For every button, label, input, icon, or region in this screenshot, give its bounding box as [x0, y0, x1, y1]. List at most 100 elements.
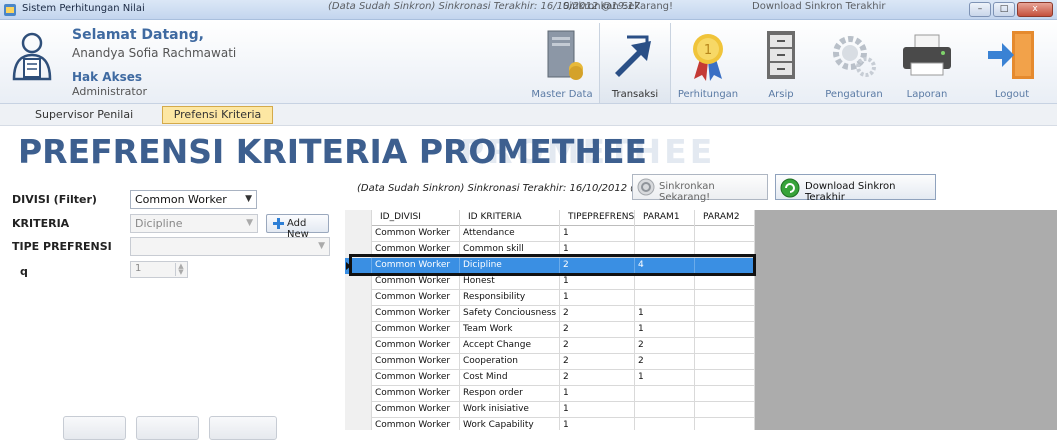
bottom-button-2[interactable]: [136, 416, 199, 440]
table-cell[interactable]: 1: [560, 402, 635, 418]
table-cell[interactable]: Common Worker: [372, 338, 460, 354]
add-new-button[interactable]: Add New: [266, 214, 329, 240]
nav-logout[interactable]: Logout: [972, 23, 1052, 103]
table-cell[interactable]: [695, 354, 755, 370]
nav-master-data[interactable]: Master Data: [526, 23, 598, 103]
table-cell[interactable]: [635, 386, 695, 402]
table-cell[interactable]: 2: [560, 354, 635, 370]
table-cell[interactable]: Attendance: [460, 226, 560, 242]
table-cell[interactable]: [695, 402, 755, 418]
table-cell[interactable]: 2: [560, 306, 635, 322]
spinner-arrows-icon[interactable]: ▲ ▼: [175, 263, 186, 276]
maximize-button[interactable]: □: [993, 2, 1015, 17]
table-cell[interactable]: [695, 226, 755, 242]
table-row[interactable]: Common Worker Respon order 1: [345, 386, 755, 402]
table-cell[interactable]: 2: [635, 338, 695, 354]
table-row[interactable]: Common Worker Attendance 1: [345, 226, 755, 242]
table-cell[interactable]: [635, 274, 695, 290]
nav-transaksi[interactable]: Transaksi: [599, 23, 671, 103]
table-cell[interactable]: [695, 386, 755, 402]
table-cell[interactable]: [695, 338, 755, 354]
row-header[interactable]: [345, 354, 372, 370]
table-row[interactable]: Common Worker Cooperation 2 2: [345, 354, 755, 370]
table-cell[interactable]: 1: [635, 322, 695, 338]
table-cell[interactable]: Common Worker: [372, 226, 460, 242]
table-cell[interactable]: 1: [560, 274, 635, 290]
row-header[interactable]: [345, 322, 372, 338]
table-cell[interactable]: Common Worker: [372, 290, 460, 306]
table-cell[interactable]: [695, 290, 755, 306]
bottom-button-3[interactable]: [209, 416, 277, 440]
table-cell[interactable]: 2: [560, 338, 635, 354]
table-cell[interactable]: [635, 226, 695, 242]
table-cell[interactable]: Common Worker: [372, 402, 460, 418]
table-cell[interactable]: Common Worker: [372, 354, 460, 370]
table-cell[interactable]: [695, 418, 755, 430]
table-cell[interactable]: Respon order: [460, 386, 560, 402]
row-header[interactable]: [345, 226, 372, 242]
table-cell[interactable]: Team Work: [460, 322, 560, 338]
table-cell[interactable]: [635, 290, 695, 306]
table-row[interactable]: Common Worker Accept Change 2 2: [345, 338, 755, 354]
tab-prefensi-kriteria[interactable]: Prefensi Kriteria: [162, 106, 273, 124]
sync-now-button[interactable]: Sinkronkan Sekarang!: [632, 174, 768, 203]
table-cell[interactable]: Honest: [460, 274, 560, 290]
nav-perhitungan[interactable]: 1 Perhitungan: [672, 23, 744, 103]
table-cell[interactable]: [695, 274, 755, 290]
nav-pengaturan[interactable]: Pengaturan: [818, 23, 890, 103]
table-cell[interactable]: Common Worker: [372, 322, 460, 338]
column-header[interactable]: PARAM1: [635, 210, 695, 226]
table-row[interactable]: Common Worker Team Work 2 1: [345, 322, 755, 338]
table-cell[interactable]: Work inisiative: [460, 402, 560, 418]
row-header[interactable]: [345, 402, 372, 418]
table-cell[interactable]: Responsibility: [460, 290, 560, 306]
bottom-button-1[interactable]: [63, 416, 126, 440]
table-cell[interactable]: Cost Mind: [460, 370, 560, 386]
download-sync-button[interactable]: Download Sinkron Terakhir: [775, 174, 936, 203]
table-cell[interactable]: Work Capability: [460, 418, 560, 430]
row-header[interactable]: [345, 306, 372, 322]
minimize-button[interactable]: –: [969, 2, 991, 17]
table-cell[interactable]: Cooperation: [460, 354, 560, 370]
nav-arsip[interactable]: Arsip: [745, 23, 817, 103]
row-header[interactable]: [345, 274, 372, 290]
table-row[interactable]: Common Worker Responsibility 1: [345, 290, 755, 306]
table-cell[interactable]: Common Worker: [372, 306, 460, 322]
row-header[interactable]: [345, 338, 372, 354]
row-header[interactable]: [345, 290, 372, 306]
column-header[interactable]: TIPEPREFRENSI: [560, 210, 635, 226]
row-header[interactable]: [345, 370, 372, 386]
table-cell[interactable]: [695, 322, 755, 338]
table-cell[interactable]: Common Worker: [372, 274, 460, 290]
q-stepper[interactable]: 1 ▲ ▼: [130, 261, 188, 278]
row-header[interactable]: [345, 386, 372, 402]
table-cell[interactable]: Common Worker: [372, 418, 460, 430]
table-cell[interactable]: Accept Change: [460, 338, 560, 354]
column-header[interactable]: ID KRITERIA: [460, 210, 560, 226]
table-cell[interactable]: [635, 402, 695, 418]
table-cell[interactable]: 2: [560, 322, 635, 338]
table-cell[interactable]: 1: [560, 226, 635, 242]
table-row[interactable]: Common Worker Work inisiative 1: [345, 402, 755, 418]
tab-supervisor-penilai[interactable]: Supervisor Penilai: [35, 108, 133, 121]
tipe-prefrensi-select[interactable]: ▼: [130, 237, 330, 256]
table-row[interactable]: Common Worker Cost Mind 2 1: [345, 370, 755, 386]
table-row[interactable]: Common Worker Honest 1: [345, 274, 755, 290]
column-header[interactable]: PARAM2: [695, 210, 755, 226]
kriteria-select[interactable]: Dicipline ▼: [130, 214, 258, 233]
table-cell[interactable]: [695, 306, 755, 322]
table-cell[interactable]: Common Worker: [372, 386, 460, 402]
row-header[interactable]: [345, 418, 372, 430]
table-cell[interactable]: 2: [635, 354, 695, 370]
column-header[interactable]: ID_DIVISI: [372, 210, 460, 226]
table-cell[interactable]: 1: [560, 290, 635, 306]
table-cell[interactable]: 1: [560, 386, 635, 402]
close-button[interactable]: x: [1017, 2, 1053, 17]
table-cell[interactable]: Safety Conciousness: [460, 306, 560, 322]
table-cell[interactable]: 1: [635, 370, 695, 386]
table-cell[interactable]: [635, 418, 695, 430]
table-cell[interactable]: 2: [560, 370, 635, 386]
table-cell[interactable]: 1: [635, 306, 695, 322]
table-cell[interactable]: [695, 370, 755, 386]
table-row[interactable]: Common Worker Safety Conciousness 2 1: [345, 306, 755, 322]
